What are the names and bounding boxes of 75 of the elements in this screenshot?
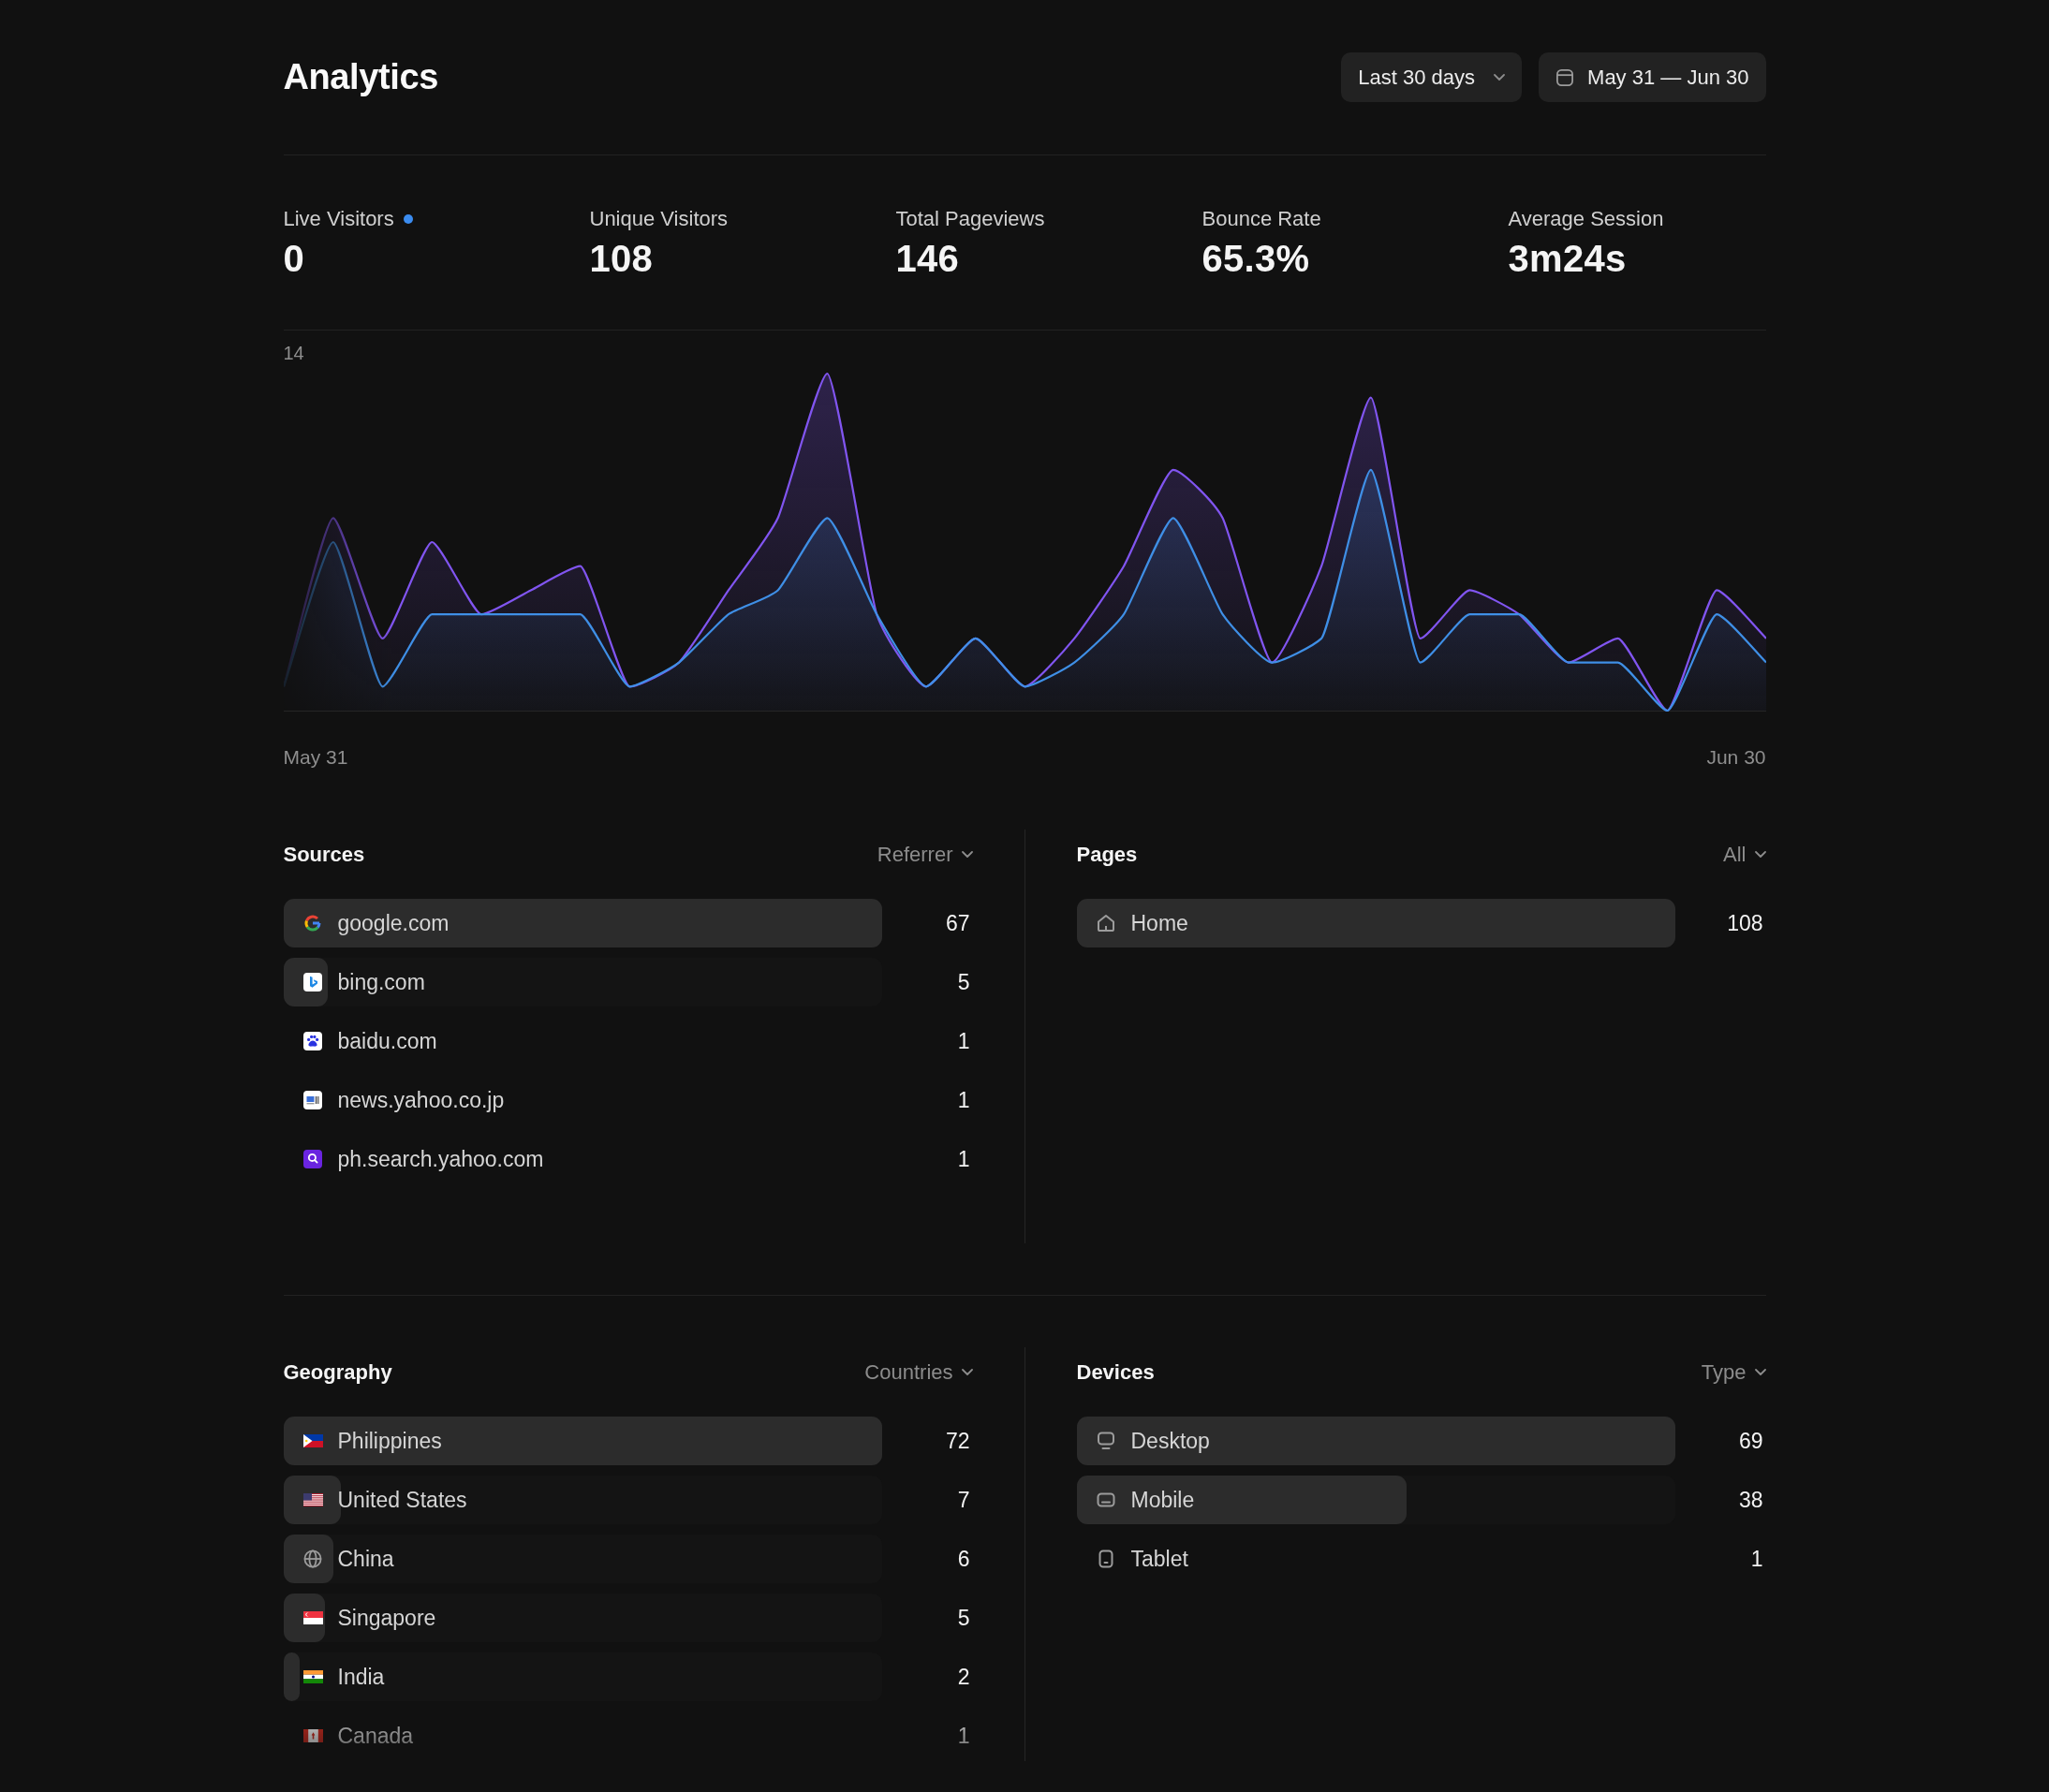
visitor-count: 1 <box>956 1723 971 1749</box>
visitor-count: 7 <box>956 1487 971 1513</box>
chevron-down-icon <box>961 851 973 859</box>
flag-icon <box>302 1729 323 1742</box>
country-name[interactable]: Singapore <box>337 1605 436 1631</box>
tablet-icon <box>1098 1550 1113 1568</box>
swoosh-tile-icon <box>303 973 322 991</box>
chevron-down-icon <box>1754 851 1766 859</box>
visitor-count: 1 <box>956 1087 971 1113</box>
stat-value: 0 <box>283 238 305 279</box>
axis-label: Jun 30 <box>1706 745 1766 770</box>
visitor-count: 108 <box>1726 910 1764 936</box>
stat-value: 108 <box>589 238 654 279</box>
filter-dropdown[interactable]: Countries <box>864 1360 973 1385</box>
calendar-icon <box>1555 67 1575 87</box>
page-name[interactable]: Home <box>1130 910 1188 936</box>
globe-icon <box>303 1550 322 1568</box>
chevron-down-icon <box>1494 73 1506 81</box>
flag-icon <box>302 1670 323 1683</box>
visitor-count: 2 <box>956 1664 971 1690</box>
referrer-name[interactable]: baidu.com <box>337 1028 437 1054</box>
panel-title: Pages <box>1076 843 1138 867</box>
axis-label: May 31 <box>283 745 348 770</box>
filter-dropdown[interactable]: Type <box>1701 1360 1766 1385</box>
referrer-name[interactable]: bing.com <box>337 969 425 995</box>
chevron-down-icon <box>1754 1369 1766 1376</box>
flag-icon <box>302 1611 323 1624</box>
date-range-button[interactable]: May 31 — Jun 30 <box>1539 52 1766 102</box>
flag-icon <box>302 1493 323 1506</box>
visitor-count: 69 <box>1737 1428 1764 1454</box>
country-name[interactable]: China <box>337 1546 394 1572</box>
stat-label: Live Visitors <box>283 207 394 231</box>
visitor-count: 5 <box>956 969 971 995</box>
stat-value: 3m24s <box>1508 238 1627 279</box>
device-name[interactable]: Tablet <box>1130 1546 1188 1572</box>
paw-tile-icon <box>303 1032 322 1050</box>
stat-value: 146 <box>895 238 960 279</box>
flag-icon <box>302 1434 323 1447</box>
magnifier-tile-icon <box>303 1150 322 1168</box>
visitor-count: 67 <box>944 910 971 936</box>
country-name[interactable]: India <box>337 1664 385 1690</box>
range-dropdown[interactable]: Last 30 days <box>1341 52 1523 102</box>
visitor-count: 38 <box>1737 1487 1764 1513</box>
device-name[interactable]: Desktop <box>1130 1428 1210 1454</box>
stat-value: 65.3% <box>1201 238 1310 279</box>
referrer-name[interactable]: google.com <box>337 910 450 936</box>
home-icon <box>1097 914 1115 933</box>
phone-icon <box>1097 1492 1115 1507</box>
country-name[interactable]: Canada <box>337 1723 414 1749</box>
chevron-down-icon <box>961 1369 973 1376</box>
panel-title: Devices <box>1076 1360 1155 1385</box>
country-name[interactable]: United States <box>337 1487 467 1513</box>
referrer-name[interactable]: ph.search.yahoo.com <box>337 1146 544 1172</box>
stat-label: Total Pageviews <box>895 207 1045 231</box>
axis-label: 14 <box>283 344 304 362</box>
stat-label: Bounce Rate <box>1201 207 1321 231</box>
panel-title: Geography <box>283 1360 392 1385</box>
country-name[interactable]: Philippines <box>337 1428 442 1454</box>
segmented-ring-icon <box>303 914 322 933</box>
stat-label: Unique Visitors <box>589 207 729 231</box>
visitor-count: 1 <box>956 1146 971 1172</box>
visitor-count: 1 <box>956 1028 971 1054</box>
visitor-count: 6 <box>956 1546 971 1572</box>
stat-label: Average Session <box>1508 207 1664 231</box>
visitor-count: 1 <box>1749 1546 1764 1572</box>
filter-dropdown[interactable]: All <box>1723 843 1766 867</box>
visitor-count: 72 <box>944 1428 971 1454</box>
monitor-icon <box>1097 1432 1115 1450</box>
panel-title: Sources <box>283 843 365 867</box>
referrer-name[interactable]: news.yahoo.co.jp <box>337 1087 505 1113</box>
filter-dropdown[interactable]: Referrer <box>877 843 973 867</box>
device-name[interactable]: Mobile <box>1130 1487 1195 1513</box>
newspaper-tile-icon <box>303 1091 322 1109</box>
visitor-count: 5 <box>956 1605 971 1631</box>
page-title: Analytics <box>283 57 438 97</box>
